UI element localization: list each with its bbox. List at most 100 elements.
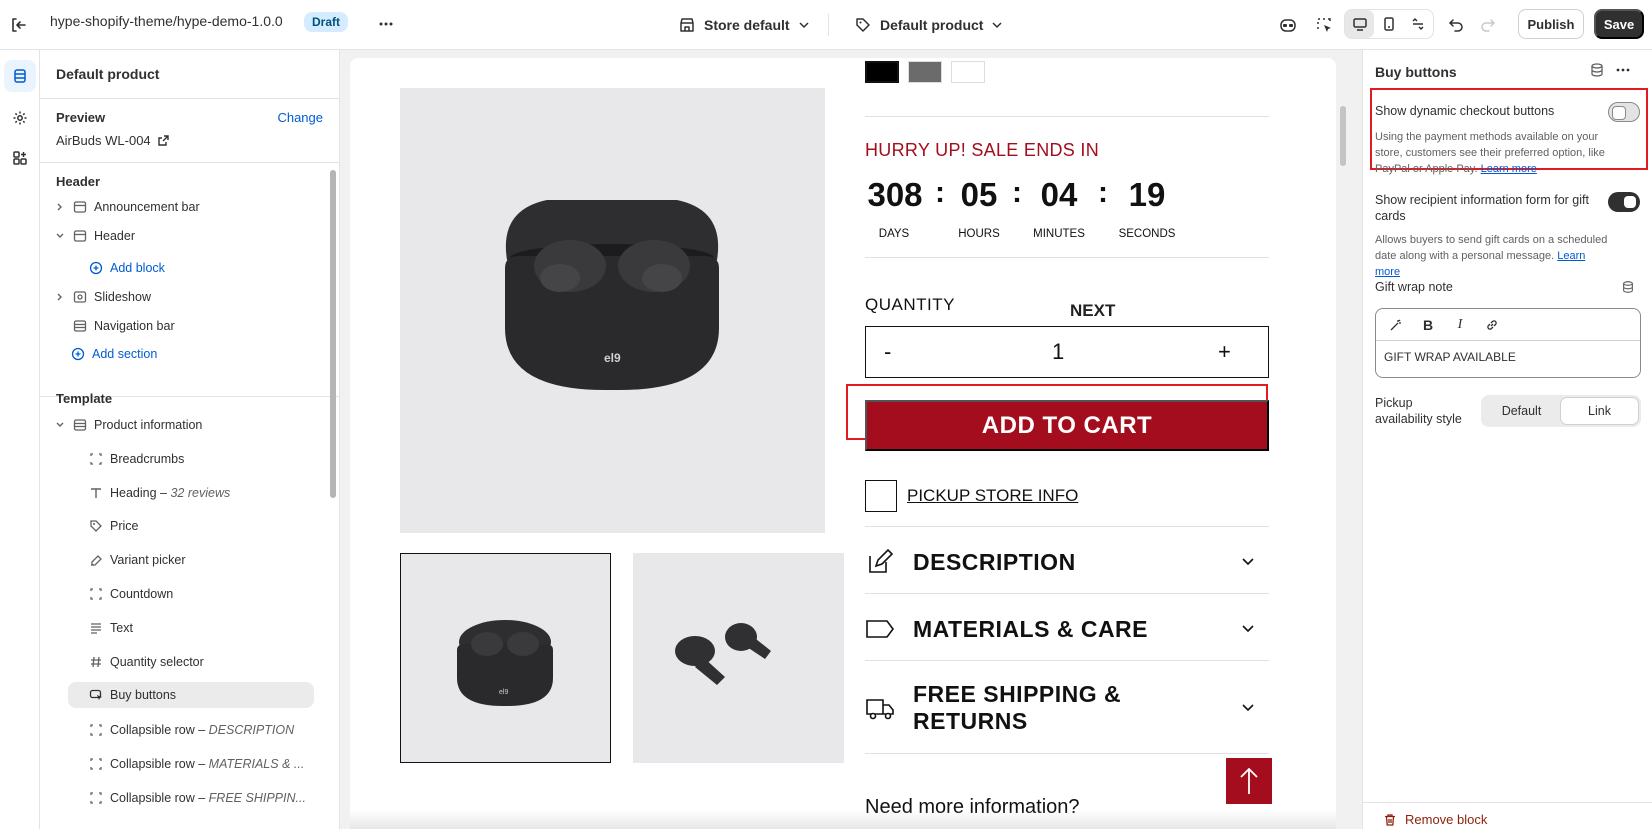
- section-icon: [72, 199, 88, 215]
- quantity-increase-button[interactable]: +: [1218, 339, 1231, 365]
- next-slide-label[interactable]: NEXT: [1070, 301, 1115, 321]
- remove-block-button[interactable]: Remove block: [1383, 812, 1487, 827]
- product-thumbnail[interactable]: [633, 553, 844, 763]
- chevron-down-icon: [798, 19, 810, 31]
- link-icon[interactable]: [1480, 313, 1504, 337]
- block-heading[interactable]: Heading – 32 reviews: [88, 480, 324, 506]
- pickup-store-link[interactable]: PICKUP STORE INFO: [907, 486, 1078, 506]
- database-icon[interactable]: [1621, 280, 1635, 294]
- block-countdown[interactable]: Countdown: [88, 581, 324, 607]
- add-section-button[interactable]: Add section: [70, 341, 330, 367]
- learn-more-link[interactable]: Learn more: [1481, 163, 1537, 175]
- cursor-button-icon: [88, 687, 104, 703]
- product-main-image[interactable]: el9: [400, 88, 825, 533]
- exit-icon[interactable]: [6, 13, 30, 37]
- tree-label: Collapsible row –: [110, 757, 209, 771]
- product-thumbnail[interactable]: el9: [400, 553, 611, 763]
- block-buy-buttons[interactable]: Buy buttons: [68, 682, 314, 708]
- chevron-down-icon[interactable]: [54, 231, 66, 241]
- save-button[interactable]: Save: [1594, 9, 1644, 39]
- block-icon: [88, 756, 104, 772]
- panel-title: Default product: [56, 66, 160, 82]
- block-text[interactable]: Text: [88, 615, 324, 641]
- sections-icon[interactable]: [4, 60, 36, 92]
- apps-icon[interactable]: [4, 142, 36, 174]
- pickup-style-default[interactable]: Default: [1483, 397, 1560, 425]
- add-to-cart-button[interactable]: ADD TO CART: [865, 400, 1269, 451]
- swatch-gray[interactable]: [908, 61, 942, 83]
- template-group-title: Template: [56, 391, 113, 406]
- tree-label: Countdown: [110, 587, 174, 601]
- arrow-up-icon: [1238, 766, 1260, 796]
- pencil-icon: [865, 547, 895, 577]
- publish-button[interactable]: Publish: [1518, 9, 1584, 39]
- chevron-down-icon[interactable]: [54, 420, 66, 430]
- tree-label: Navigation bar: [94, 319, 175, 333]
- fullscreen-view-button[interactable]: [1404, 10, 1433, 38]
- italic-icon[interactable]: I: [1448, 313, 1472, 337]
- magic-icon[interactable]: [1384, 313, 1408, 337]
- block-collapsible-shipping[interactable]: Collapsible row – FREE SHIPPIN...: [88, 785, 324, 811]
- desktop-view-button[interactable]: [1345, 10, 1375, 38]
- tree-label: Price: [110, 519, 139, 533]
- quantity-input[interactable]: 1: [1052, 339, 1064, 365]
- preview-product-name: AirBuds WL-004: [56, 133, 151, 148]
- chevron-right-icon[interactable]: [54, 202, 66, 212]
- theme-name[interactable]: hype-shopify-theme/hype-demo-1.0.0: [50, 13, 283, 29]
- section-header[interactable]: Header: [54, 223, 314, 249]
- bold-icon[interactable]: B: [1416, 313, 1440, 337]
- chevron-right-icon[interactable]: [54, 292, 66, 302]
- inspector-icon[interactable]: [1312, 13, 1336, 37]
- quantity-decrease-button[interactable]: -: [884, 339, 891, 365]
- pickup-style-link[interactable]: Link: [1560, 397, 1639, 425]
- countdown-colon: :: [935, 176, 945, 209]
- block-icon: [88, 451, 104, 467]
- change-preview-link[interactable]: Change: [277, 110, 323, 125]
- swatch-black[interactable]: [865, 61, 899, 83]
- block-collapsible-materials[interactable]: Collapsible row – MATERIALS & ...: [88, 751, 324, 777]
- database-icon[interactable]: [1589, 62, 1605, 78]
- section-announcement-bar[interactable]: Announcement bar: [54, 194, 314, 220]
- store-selector[interactable]: Store default: [678, 12, 810, 38]
- external-link-icon[interactable]: [157, 134, 170, 147]
- swatch-white[interactable]: [951, 61, 985, 83]
- back-to-top-button[interactable]: [1226, 758, 1272, 804]
- block-breadcrumbs[interactable]: Breadcrumbs: [88, 446, 324, 472]
- section-slideshow[interactable]: Slideshow: [54, 284, 314, 310]
- block-settings-panel: Buy buttons Show dynamic checkout button…: [1362, 50, 1652, 829]
- more-icon[interactable]: [1615, 62, 1631, 78]
- settings-icon[interactable]: [4, 102, 36, 134]
- more-icon[interactable]: [374, 12, 398, 36]
- block-icon: [88, 722, 104, 738]
- accordion-description[interactable]: DESCRIPTION: [865, 538, 1269, 586]
- section-navigation-bar[interactable]: Navigation bar: [54, 313, 314, 339]
- preview-label: Preview: [56, 110, 106, 125]
- accordion-title: DESCRIPTION: [913, 548, 1076, 575]
- block-price[interactable]: Price: [88, 513, 324, 539]
- scrollbar[interactable]: [1340, 106, 1346, 166]
- text-icon: [88, 485, 104, 501]
- add-block-button[interactable]: Add block: [88, 255, 324, 281]
- section-product-information[interactable]: Product information: [54, 412, 314, 438]
- dynamic-checkout-toggle[interactable]: [1608, 102, 1640, 122]
- tree-label: Breadcrumbs: [110, 452, 185, 466]
- mobile-view-button[interactable]: [1374, 10, 1403, 38]
- remove-block-label: Remove block: [1405, 812, 1488, 827]
- sidekick-icon[interactable]: [1276, 13, 1300, 37]
- divider: [865, 116, 1269, 117]
- divider: [865, 753, 1269, 754]
- accordion-shipping[interactable]: FREE SHIPPING & RETURNS: [865, 672, 1269, 744]
- slideshow-icon: [72, 289, 88, 305]
- pickup-checkbox[interactable]: [865, 480, 897, 512]
- accordion-materials[interactable]: MATERIALS & CARE: [865, 605, 1269, 653]
- canvas-fade: [350, 810, 1336, 829]
- scrollbar[interactable]: [330, 170, 336, 498]
- block-collapsible-description[interactable]: Collapsible row – DESCRIPTION: [88, 717, 324, 743]
- template-selector[interactable]: Default product: [854, 12, 1003, 38]
- block-quantity-selector[interactable]: Quantity selector: [88, 649, 324, 675]
- redo-icon[interactable]: [1476, 13, 1500, 37]
- block-variant-picker[interactable]: Variant picker: [88, 547, 324, 573]
- undo-icon[interactable]: [1444, 13, 1468, 37]
- gift-wrap-text[interactable]: GIFT WRAP AVAILABLE: [1376, 341, 1640, 373]
- recipient-form-toggle[interactable]: [1608, 192, 1640, 212]
